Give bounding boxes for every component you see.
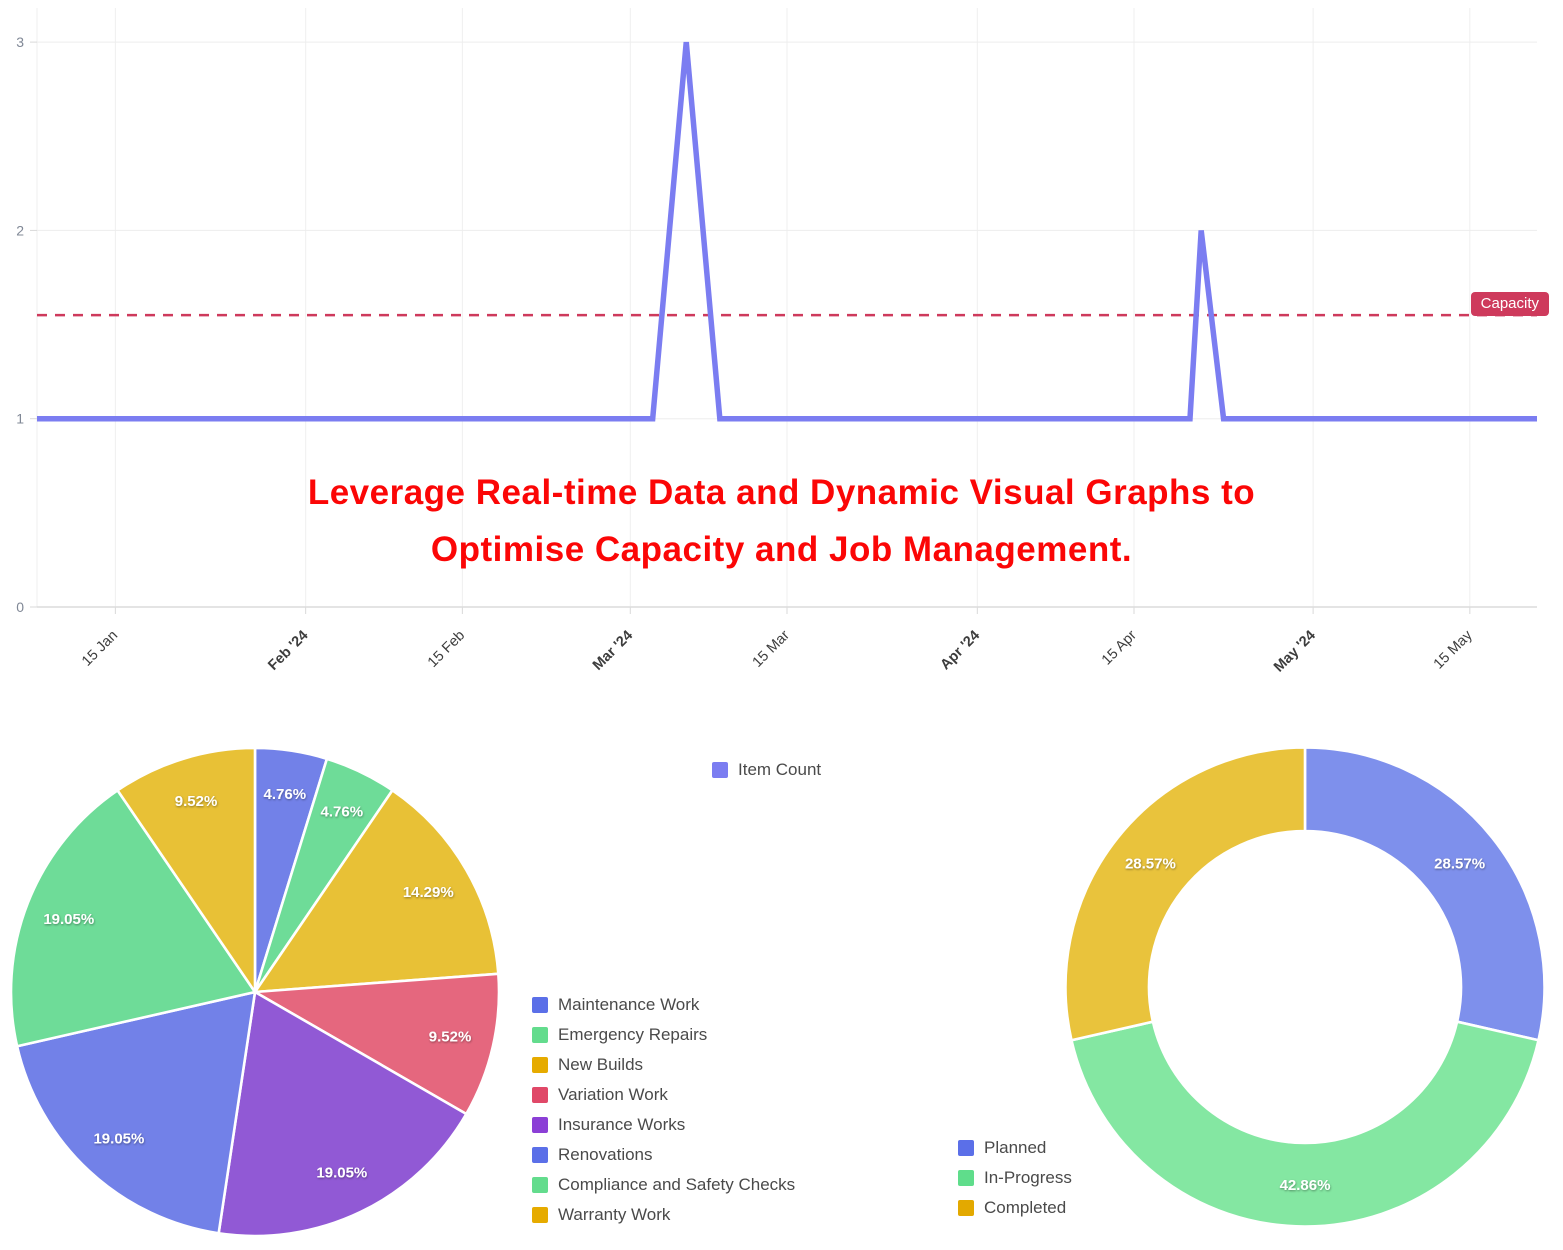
legend-label: Insurance Works — [558, 1115, 685, 1135]
slice-percent-label: 9.52% — [175, 793, 218, 810]
slice-completed[interactable] — [1066, 748, 1305, 1041]
slice-percent-label: 14.29% — [403, 884, 454, 901]
y-axis-label: 0 — [16, 599, 24, 615]
slice-percent-label: 4.76% — [321, 804, 364, 821]
slice-percent-label: 19.05% — [43, 911, 94, 928]
legend-item-completed[interactable]: Completed — [958, 1193, 1072, 1223]
capacity-badge: Capacity — [1471, 292, 1549, 316]
slice-percent-label: 28.57% — [1125, 856, 1176, 873]
item-count-label: Item Count — [738, 760, 821, 780]
legend-swatch — [532, 1147, 548, 1163]
x-axis-label: Feb '24 — [265, 628, 311, 674]
legend-label: Emergency Repairs — [558, 1025, 707, 1045]
legend-swatch — [532, 1177, 548, 1193]
legend-item-new-builds[interactable]: New Builds — [532, 1050, 795, 1080]
legend-label: Completed — [984, 1198, 1066, 1218]
y-axis-label: 3 — [16, 34, 24, 50]
caption-line-2: Optimise Capacity and Job Management. — [0, 521, 1563, 578]
legend-item-in-progress[interactable]: In-Progress — [958, 1163, 1072, 1193]
job-types-pie-chart[interactable]: 4.76% 4.76% 14.29% 9.52% 19.05% 19.05% 19.05% 9… — [9, 745, 501, 1239]
legend-item-emergency-repairs[interactable]: Emergency Repairs — [532, 1020, 795, 1050]
line-chart-canvas[interactable]: 0 1 2 3 15 Jan Feb '24 15 Feb Mar '24 15 Mar Apr … — [0, 0, 1563, 710]
legend-label: Maintenance Work — [558, 995, 699, 1015]
legend-label: In-Progress — [984, 1168, 1072, 1188]
legend-label: New Builds — [558, 1055, 643, 1075]
x-axis-label: Apr '24 — [937, 628, 983, 674]
y-axis-label: 1 — [16, 411, 24, 427]
legend-swatch — [958, 1200, 974, 1216]
x-axis-label: 15 May — [1431, 627, 1476, 672]
legend-label: Compliance and Safety Checks — [558, 1175, 795, 1195]
caption-line-1: Leverage Real-time Data and Dynamic Visu… — [0, 464, 1563, 521]
slice-percent-label: 28.57% — [1434, 856, 1485, 873]
legend-swatch — [532, 1027, 548, 1043]
x-axis-label: Mar '24 — [590, 628, 636, 674]
slice-percent-label: 9.52% — [429, 1029, 472, 1046]
x-axis-label: 15 Apr — [1099, 627, 1140, 668]
legend-swatch — [532, 1057, 548, 1073]
legend-swatch — [532, 1087, 548, 1103]
legend-label: Planned — [984, 1138, 1046, 1158]
item-count-swatch — [712, 762, 728, 778]
legend-item-count[interactable]: Item Count — [712, 755, 821, 785]
legend-item-planned[interactable]: Planned — [958, 1133, 1072, 1163]
x-axis-labels: 15 Jan Feb '24 15 Feb Mar '24 15 Mar Apr '24 1… — [79, 627, 1476, 675]
slice-percent-label: 42.86% — [1280, 1177, 1331, 1194]
legend-swatch — [532, 997, 548, 1013]
y-axis-label: 2 — [16, 222, 24, 238]
x-axis-label: 15 Feb — [425, 628, 468, 671]
job-status-legend: Planned In-Progress Completed — [958, 1133, 1072, 1223]
legend-label: Warranty Work — [558, 1205, 670, 1225]
legend-item-warranty-work[interactable]: Warranty Work — [532, 1200, 795, 1230]
slice-percent-label: 19.05% — [316, 1164, 367, 1181]
slice-percent-label: 19.05% — [93, 1131, 144, 1148]
legend-swatch — [958, 1170, 974, 1186]
legend-item-renovations[interactable]: Renovations — [532, 1140, 795, 1170]
slice-planned[interactable] — [1305, 748, 1544, 1041]
slice-in-progress[interactable] — [1072, 1022, 1539, 1227]
legend-swatch — [532, 1117, 548, 1133]
legend-swatch — [958, 1140, 974, 1156]
slice-percent-label: 4.76% — [264, 786, 307, 803]
legend-item-maintenance-work[interactable]: Maintenance Work — [532, 990, 795, 1020]
x-axis-label: May '24 — [1271, 628, 1319, 676]
item-count-line-chart[interactable]: 0 1 2 3 15 Jan Feb '24 15 Feb Mar '24 15 Mar Apr … — [0, 0, 1563, 710]
caption-text: Leverage Real-time Data and Dynamic Visu… — [0, 464, 1563, 578]
legend-item-compliance-and-safety-checks[interactable]: Compliance and Safety Checks — [532, 1170, 795, 1200]
job-types-legend: Maintenance Work Emergency Repairs New Bui… — [532, 990, 795, 1230]
legend-label: Renovations — [558, 1145, 653, 1165]
legend-swatch — [532, 1207, 548, 1223]
legend-item-insurance-works[interactable]: Insurance Works — [532, 1110, 795, 1140]
legend-label: Variation Work — [558, 1085, 668, 1105]
x-axis-label: 15 Mar — [750, 627, 793, 670]
x-axis-label: 15 Jan — [79, 628, 121, 670]
job-status-donut-chart[interactable]: 28.57% 42.86% 28.57% — [1064, 746, 1546, 1228]
legend-item-variation-work[interactable]: Variation Work — [532, 1080, 795, 1110]
